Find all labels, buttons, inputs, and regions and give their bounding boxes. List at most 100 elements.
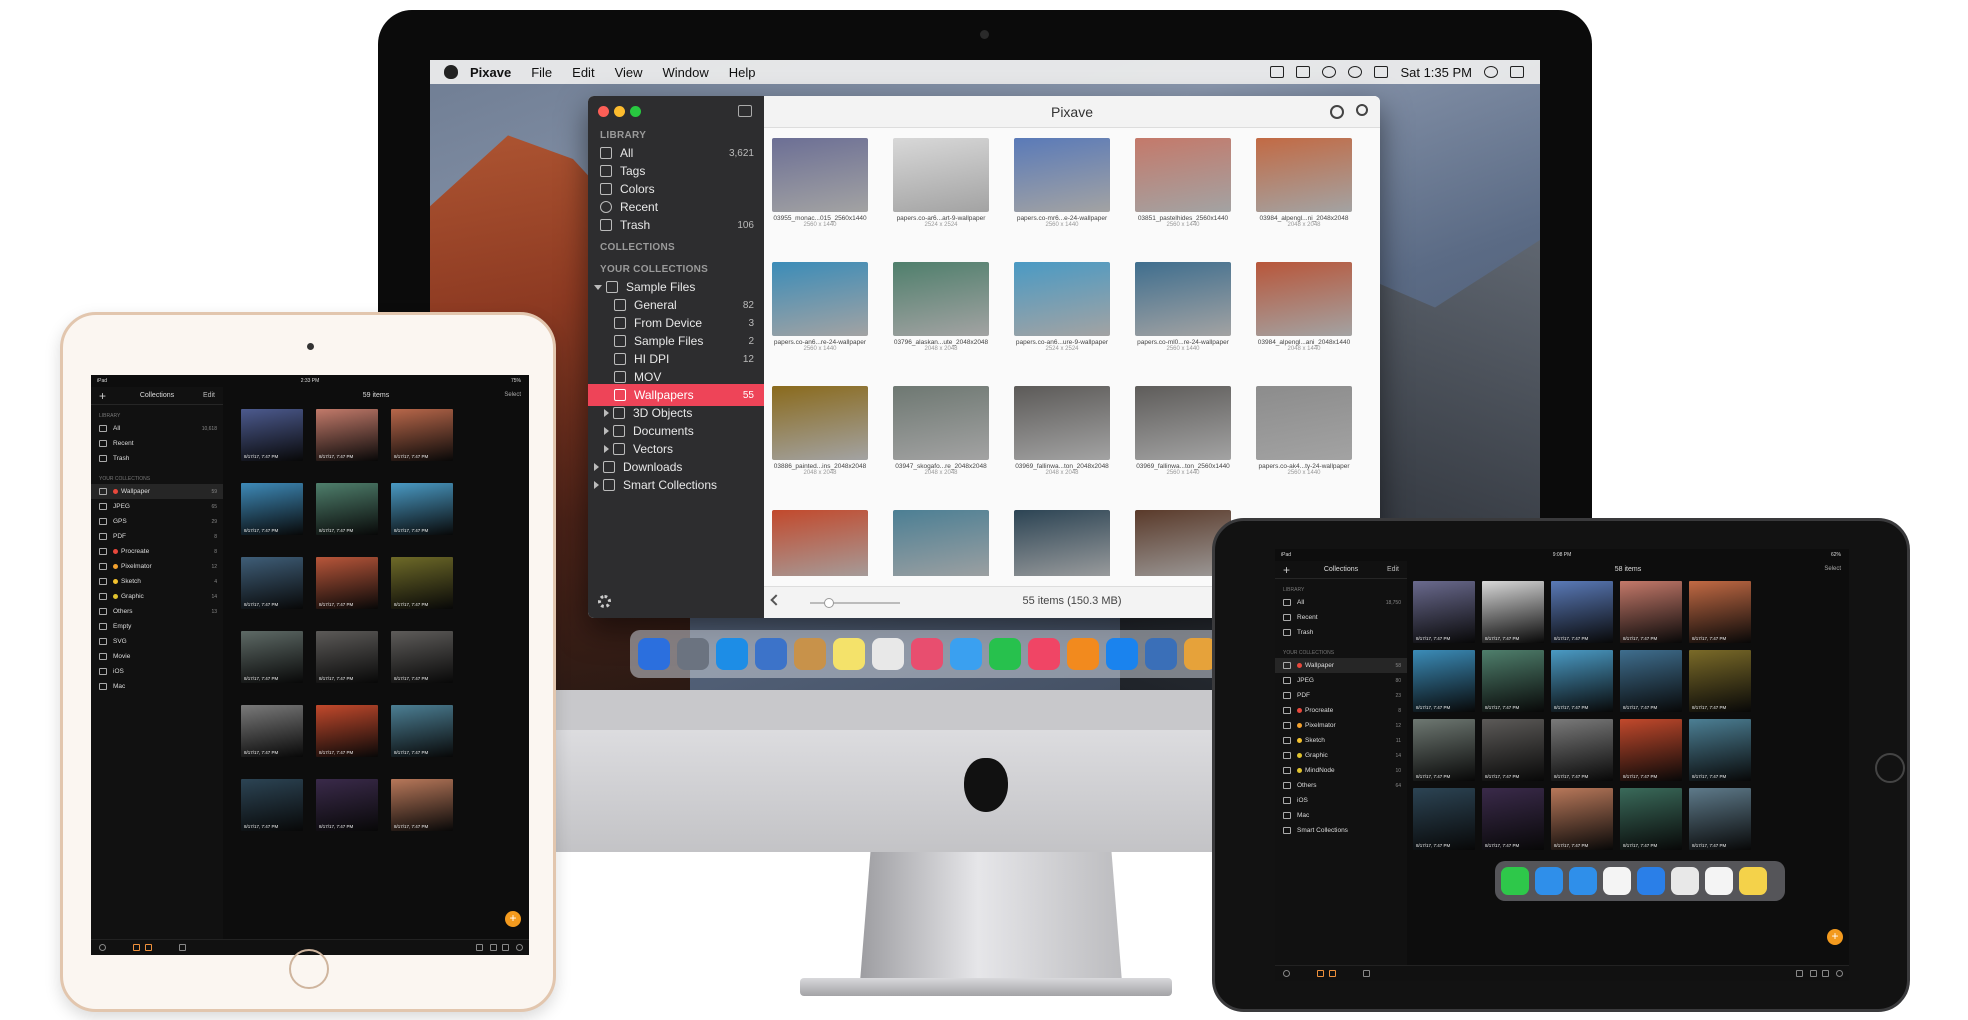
sidebar-item[interactable]: Mac	[1275, 808, 1407, 823]
thumbnail-image[interactable]: 8/17/17, 7:47 PM	[1689, 719, 1751, 781]
sidebar-item[interactable]: All 10,618	[91, 421, 223, 436]
dock-app-icon[interactable]	[911, 638, 943, 670]
dock-app-icon[interactable]	[677, 638, 709, 670]
dock-app-icon[interactable]	[1671, 867, 1699, 895]
sidebar-item[interactable]: Procreate 8	[1275, 703, 1407, 718]
sidebar-item[interactable]: Others 13	[91, 604, 223, 619]
dock-app-icon[interactable]	[716, 638, 748, 670]
thumbnail-image[interactable]: 8/17/17, 7:47 PM	[1620, 650, 1682, 712]
thumbnail-image[interactable]	[772, 138, 868, 212]
thumbnail-image[interactable]	[893, 386, 989, 460]
thumbnail-image[interactable]: 8/17/17, 7:47 PM	[241, 557, 303, 609]
sidebar-item[interactable]: Sketch 4	[91, 574, 223, 589]
thumbnail-image[interactable]	[1135, 138, 1231, 212]
thumbnail-image[interactable]: 8/17/17, 7:47 PM	[316, 409, 378, 461]
thumbnail-item[interactable]: 03886_painted...ins_2048x2048 2048 x 2048	[772, 386, 868, 476]
thumbnail-image[interactable]	[1014, 386, 1110, 460]
menu-view[interactable]: View	[615, 65, 643, 80]
thumbnail-image[interactable]: 8/17/17, 7:47 PM	[316, 705, 378, 757]
thumbnail-image[interactable]: 8/17/17, 7:47 PM	[1482, 719, 1544, 781]
dock-app-icon[interactable]	[1028, 638, 1060, 670]
thumbnail-item[interactable]: 03947_skogafo...re_2048x2048 2048 x 2048	[893, 386, 989, 476]
sidebar-item[interactable]: JPEG 80	[1275, 673, 1407, 688]
thumbnail-item[interactable]	[1014, 510, 1110, 576]
thumbnail-image[interactable]: 8/17/17, 7:47 PM	[241, 631, 303, 683]
edit-button[interactable]: Edit	[1387, 566, 1399, 573]
thumbnail-image[interactable]: 8/17/17, 7:47 PM	[1551, 650, 1613, 712]
dock-app-icon[interactable]	[1705, 867, 1733, 895]
sidebar-item[interactable]: Graphic 14	[1275, 748, 1407, 763]
sidebar-item[interactable]: SVG	[91, 634, 223, 649]
settings-icon[interactable]	[1836, 970, 1843, 977]
sidebar-item[interactable]: Pixelmator 12	[91, 559, 223, 574]
sidebar-item[interactable]: Procreate 8	[91, 544, 223, 559]
view-icon[interactable]	[179, 944, 186, 951]
wifi-icon[interactable]	[1348, 66, 1363, 78]
thumbnail-image[interactable]: 8/17/17, 7:47 PM	[1551, 581, 1613, 643]
close-window-button[interactable]	[598, 106, 609, 117]
sidebar-item[interactable]: PDF 23	[1275, 688, 1407, 703]
thumbnail-image[interactable]	[1256, 138, 1352, 212]
trash-icon[interactable]	[1796, 970, 1803, 977]
thumbnail-image[interactable]: 8/17/17, 7:47 PM	[391, 409, 453, 461]
thumbnail-image[interactable]	[772, 262, 868, 336]
add-fab-button[interactable]: +	[505, 911, 521, 927]
tags-icon[interactable]	[145, 944, 152, 951]
dock-app-icon[interactable]	[1535, 867, 1563, 895]
thumbnail-image[interactable]: 8/17/17, 7:47 PM	[1551, 788, 1613, 850]
sidebar-item-trash[interactable]: Trash 106	[588, 214, 764, 236]
sidebar-item[interactable]: Empty	[91, 619, 223, 634]
tags-icon[interactable]	[1329, 970, 1336, 977]
thumbnail-image[interactable]: 8/17/17, 7:47 PM	[391, 631, 453, 683]
gear-icon[interactable]	[598, 595, 611, 608]
thumbnail-item[interactable]: 03984_alpengl...ani_2048x1440 2048 x 1440	[1256, 262, 1352, 352]
menu-help[interactable]: Help	[729, 65, 756, 80]
thumbnail-image[interactable]: 8/17/17, 7:47 PM	[241, 779, 303, 831]
dock-app-icon[interactable]	[1106, 638, 1138, 670]
sidebar-item[interactable]: GPS 29	[91, 514, 223, 529]
sidebar-item[interactable]: Trash	[91, 451, 223, 466]
dock-app-icon[interactable]	[1067, 638, 1099, 670]
sidebar-item[interactable]: Smart Collections	[1275, 823, 1407, 838]
thumbnail-image[interactable]: 8/17/17, 7:47 PM	[316, 779, 378, 831]
thumbnail-image[interactable]: 8/17/17, 7:47 PM	[316, 483, 378, 535]
thumbnail-item[interactable]: 03796_alaskan...ute_2048x2048 2048 x 2048	[893, 262, 989, 352]
thumbnail-item[interactable]: papers.co-an6...ure-9-wallpaper 2524 x 25…	[1014, 262, 1110, 352]
sidebar-item[interactable]: Pixelmator 12	[1275, 718, 1407, 733]
sidebar-item[interactable]: Wallpaper 59	[91, 484, 223, 499]
menu-window[interactable]: Window	[663, 65, 709, 80]
thumbnail-item[interactable]: papers.co-ak4...ty-24-wallpaper 2560 x 14…	[1256, 386, 1352, 476]
sidebar-item[interactable]: iOS	[91, 664, 223, 679]
airplay-icon[interactable]	[1296, 66, 1311, 78]
disclosure-closed-icon[interactable]	[604, 445, 609, 453]
thumbnail-image[interactable]: 8/17/17, 7:47 PM	[316, 631, 378, 683]
sort-icon[interactable]	[502, 944, 509, 951]
time-machine-icon[interactable]	[1322, 66, 1337, 78]
collections-header[interactable]: COLLECTIONS	[600, 242, 675, 253]
home-button[interactable]	[1875, 753, 1905, 783]
thumbnail-image[interactable]: 8/17/17, 7:47 PM	[391, 557, 453, 609]
view-icon[interactable]	[1363, 970, 1370, 977]
notification-center-icon[interactable]	[1510, 66, 1524, 78]
home-button[interactable]	[289, 949, 329, 989]
thumbnail-image[interactable]: 8/17/17, 7:47 PM	[1689, 650, 1751, 712]
thumbnail-image[interactable]: 8/17/17, 7:47 PM	[1482, 650, 1544, 712]
sidebar-item[interactable]: Wallpaper 58	[1275, 658, 1407, 673]
dock-app-icon[interactable]	[1603, 867, 1631, 895]
thumbnail-image[interactable]: 8/17/17, 7:47 PM	[1620, 788, 1682, 850]
sidebar-toggle-icon[interactable]	[738, 105, 752, 117]
compass-icon[interactable]	[1330, 105, 1344, 119]
minimize-window-button[interactable]	[614, 106, 625, 117]
thumbnail-image[interactable]: 8/17/17, 7:47 PM	[391, 705, 453, 757]
dock-app-icon[interactable]	[872, 638, 904, 670]
dock-app-icon[interactable]	[1501, 867, 1529, 895]
dock-app-icon[interactable]	[638, 638, 670, 670]
thumbnail-item[interactable]: papers.co-ml0...re-24-wallpaper 2560 x 14…	[1135, 262, 1231, 352]
thumbnail-item[interactable]	[772, 510, 868, 576]
collections-icon[interactable]	[1317, 970, 1324, 977]
dock-app-icon[interactable]	[1739, 867, 1767, 895]
thumbnail-item[interactable]: papers.co-mr6...e-24-wallpaper 2560 x 144…	[1014, 138, 1110, 228]
sidebar-item[interactable]: Mac	[91, 679, 223, 694]
thumbnail-image[interactable]	[772, 386, 868, 460]
collections-icon[interactable]	[133, 944, 140, 951]
